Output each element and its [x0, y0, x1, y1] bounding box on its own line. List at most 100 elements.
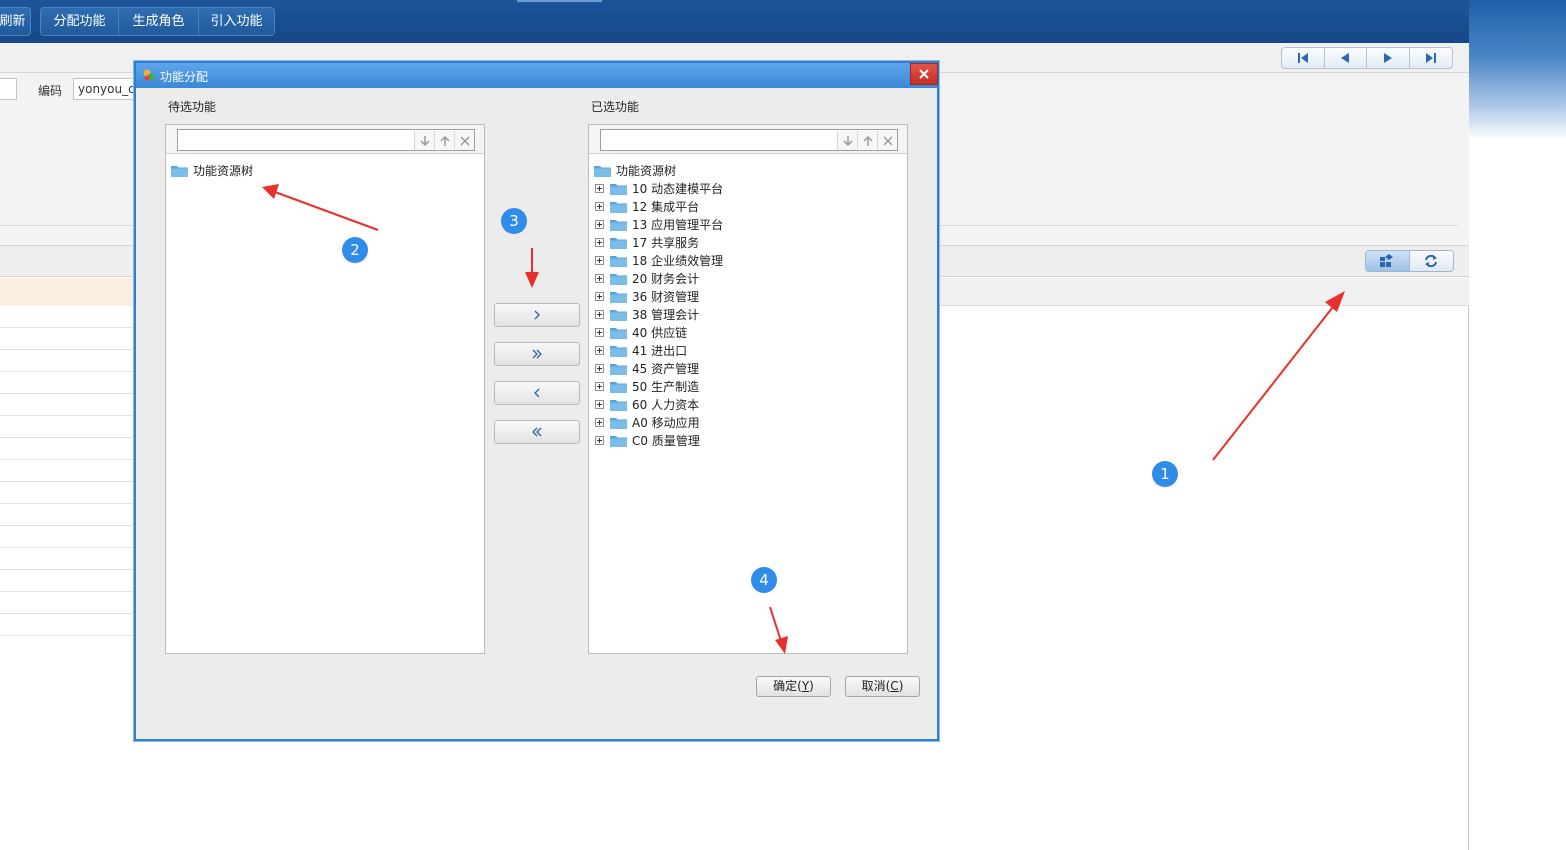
- tree-node-label: 10 动态建模平台: [632, 181, 724, 196]
- side-banner: [1469, 0, 1566, 140]
- import-function-button[interactable]: 引入功能: [199, 8, 274, 35]
- expand-icon[interactable]: [595, 417, 604, 427]
- tree-node[interactable]: 13 应用管理平台: [594, 215, 904, 233]
- left-tree: 功能资源树: [171, 161, 481, 179]
- expand-icon[interactable]: [595, 309, 604, 319]
- toolbar-button-group: 分配功能 生成角色 引入功能: [40, 7, 275, 36]
- tree-node-root[interactable]: 功能资源树: [171, 161, 481, 179]
- ok-label: 确定(: [773, 679, 802, 693]
- cancel-button[interactable]: 取消(C): [845, 676, 920, 697]
- expand-icon[interactable]: [595, 201, 604, 211]
- table-row[interactable]: [0, 570, 140, 592]
- selected-row[interactable]: [0, 278, 140, 306]
- table-row[interactable]: [0, 372, 140, 394]
- table-row[interactable]: [0, 328, 140, 350]
- folder-icon: [610, 327, 627, 339]
- last-page-icon[interactable]: [1410, 48, 1452, 68]
- left-search-input[interactable]: [177, 129, 475, 151]
- table-row[interactable]: [0, 306, 140, 328]
- view-switch: [1365, 250, 1454, 272]
- expand-icon[interactable]: [595, 399, 604, 409]
- expand-icon[interactable]: [595, 363, 604, 373]
- app-logo-icon: [143, 69, 155, 81]
- table-row[interactable]: [0, 416, 140, 438]
- table-row[interactable]: [0, 350, 140, 372]
- tree-node[interactable]: 17 共享服务: [594, 233, 904, 251]
- grid-rows: [0, 306, 140, 636]
- tree-node-label: C0 质量管理: [632, 433, 700, 448]
- folder-icon: [610, 219, 627, 231]
- search-next-icon[interactable]: [837, 131, 857, 150]
- tree-node[interactable]: 36 财资管理: [594, 287, 904, 305]
- card-view-icon[interactable]: [1366, 251, 1410, 271]
- tree-node[interactable]: 20 财务会计: [594, 269, 904, 287]
- table-row[interactable]: [0, 460, 140, 482]
- table-row[interactable]: [0, 592, 140, 614]
- move-right-button[interactable]: [494, 303, 580, 327]
- tree-node[interactable]: 50 生产制造: [594, 377, 904, 395]
- record-navigation: [1281, 47, 1453, 69]
- ok-button[interactable]: 确定(Y): [756, 676, 831, 697]
- expand-icon[interactable]: [595, 345, 604, 355]
- expand-icon[interactable]: [595, 291, 604, 301]
- expand-icon[interactable]: [595, 435, 604, 445]
- expand-icon[interactable]: [595, 273, 604, 283]
- name-field[interactable]: [0, 78, 17, 100]
- folder-icon: [610, 381, 627, 393]
- search-clear-icon[interactable]: [454, 131, 474, 150]
- generate-role-button[interactable]: 生成角色: [119, 8, 199, 35]
- refresh-view-icon[interactable]: [1409, 251, 1453, 271]
- tree-node-root[interactable]: 功能资源树: [594, 161, 904, 179]
- right-search-input[interactable]: [600, 129, 898, 151]
- folder-icon: [610, 273, 627, 285]
- tree-node[interactable]: 38 管理会计: [594, 305, 904, 323]
- expand-icon[interactable]: [595, 237, 604, 247]
- search-prev-icon[interactable]: [857, 131, 877, 150]
- folder-icon: [610, 399, 627, 411]
- expand-icon[interactable]: [595, 255, 604, 265]
- expand-icon[interactable]: [595, 381, 604, 391]
- move-left-button[interactable]: [494, 381, 580, 405]
- folder-icon: [171, 165, 188, 177]
- tree-node[interactable]: 40 供应链: [594, 323, 904, 341]
- close-button[interactable]: [910, 63, 938, 85]
- assign-function-button[interactable]: 分配功能: [41, 8, 119, 35]
- table-row[interactable]: [0, 504, 140, 526]
- cancel-shortcut: C: [890, 679, 899, 693]
- tree-node[interactable]: C0 质量管理: [594, 431, 904, 449]
- table-row[interactable]: [0, 438, 140, 460]
- prev-page-icon[interactable]: [1325, 48, 1367, 68]
- search-clear-icon[interactable]: [877, 131, 897, 150]
- move-all-left-button[interactable]: [494, 420, 580, 444]
- search-next-icon[interactable]: [414, 131, 434, 150]
- table-row[interactable]: [0, 394, 140, 416]
- tree-node-label: 60 人力资本: [632, 397, 700, 412]
- dialog-titlebar[interactable]: 功能分配: [136, 63, 938, 88]
- table-row[interactable]: [0, 614, 140, 636]
- expand-icon[interactable]: [595, 219, 604, 229]
- search-prev-icon[interactable]: [434, 131, 454, 150]
- tree-node[interactable]: 60 人力资本: [594, 395, 904, 413]
- refresh-button[interactable]: 刷新: [0, 7, 31, 36]
- expand-icon[interactable]: [595, 183, 604, 193]
- table-row[interactable]: [0, 526, 140, 548]
- table-row[interactable]: [0, 548, 140, 570]
- move-all-right-button[interactable]: [494, 342, 580, 366]
- tree-node[interactable]: 10 动态建模平台: [594, 179, 904, 197]
- tree-node[interactable]: 45 资产管理: [594, 359, 904, 377]
- right-search-bar: [589, 125, 907, 154]
- tree-node[interactable]: 41 进出口: [594, 341, 904, 359]
- next-page-icon[interactable]: [1367, 48, 1410, 68]
- expand-icon[interactable]: [595, 327, 604, 337]
- move-all-right-icon: [532, 349, 542, 359]
- tree-node[interactable]: A0 移动应用: [594, 413, 904, 431]
- first-page-icon[interactable]: [1282, 48, 1325, 68]
- dialog-title: 功能分配: [160, 70, 209, 84]
- tree-node[interactable]: 12 集成平台: [594, 197, 904, 215]
- move-right-icon: [534, 310, 540, 320]
- ok-label-tail: ): [809, 679, 814, 693]
- step-badge-3: 3: [501, 208, 527, 234]
- folder-icon: [610, 435, 627, 447]
- tree-node[interactable]: 18 企业绩效管理: [594, 251, 904, 269]
- table-row[interactable]: [0, 482, 140, 504]
